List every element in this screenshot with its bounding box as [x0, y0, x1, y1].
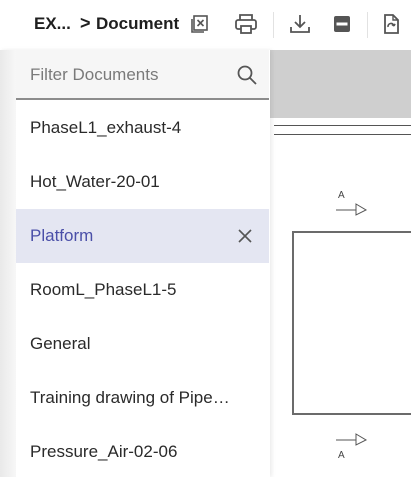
- download-button[interactable]: [287, 11, 313, 37]
- app-header: EX... > Document: [0, 0, 411, 50]
- document-item[interactable]: RoomL_PhaseL1-5: [16, 263, 269, 317]
- export-document-button[interactable]: [378, 11, 404, 37]
- filter-documents-input[interactable]: [30, 62, 230, 88]
- document-label: Hot_Water-20-01: [30, 172, 160, 191]
- section-arrow-icon: [336, 203, 368, 216]
- document-item[interactable]: Hot_Water-20-01: [16, 155, 269, 209]
- close-document-button[interactable]: [187, 11, 213, 37]
- document-item-selected[interactable]: Platform: [16, 209, 269, 263]
- document-item[interactable]: Pressure_Air-02-06: [16, 425, 269, 477]
- section-arrow-icon: [336, 433, 368, 446]
- toolbar-divider: [273, 12, 274, 38]
- search-icon[interactable]: [236, 64, 258, 86]
- document-item[interactable]: PhaseL1_exhaust-4: [16, 101, 269, 155]
- export-document-icon: [384, 14, 399, 34]
- close-document-icon: [191, 15, 208, 33]
- document-item[interactable]: Training drawing of Pipe…: [16, 371, 269, 425]
- breadcrumb-root[interactable]: EX...: [34, 14, 71, 34]
- document-label: PhaseL1_exhaust-4: [30, 118, 182, 137]
- close-icon[interactable]: [237, 228, 253, 244]
- print-icon: [235, 14, 257, 34]
- document-label: Training drawing of Pipe…: [30, 388, 230, 407]
- export-pdf-button[interactable]: [329, 11, 355, 37]
- breadcrumb-current: Document: [96, 14, 180, 33]
- document-label: General: [30, 334, 91, 353]
- print-button[interactable]: [233, 11, 259, 37]
- documents-panel: PhaseL1_exhaust-4 Hot_Water-20-01 Platfo…: [0, 50, 270, 477]
- section-label-bottom: A: [338, 450, 345, 461]
- drawing-border-line: [274, 134, 411, 135]
- document-label: Platform: [30, 226, 94, 245]
- document-label: Pressure_Air-02-06: [30, 442, 178, 461]
- toolbar-divider: [367, 12, 368, 38]
- document-list: PhaseL1_exhaust-4 Hot_Water-20-01 Platfo…: [16, 101, 269, 477]
- panel-edge: [0, 50, 16, 477]
- document-label: RoomL_PhaseL1-5: [30, 280, 177, 299]
- drawing-viewer[interactable]: A A: [270, 50, 411, 477]
- drawing-title-band: [270, 50, 411, 118]
- pdf-icon: [334, 16, 350, 32]
- document-item[interactable]: General: [16, 317, 269, 371]
- drawing-border-line: [274, 125, 411, 126]
- drawing-frame: [292, 231, 411, 415]
- download-icon: [290, 15, 310, 33]
- filter-box: [16, 50, 269, 100]
- breadcrumb-separator: >: [80, 13, 91, 33]
